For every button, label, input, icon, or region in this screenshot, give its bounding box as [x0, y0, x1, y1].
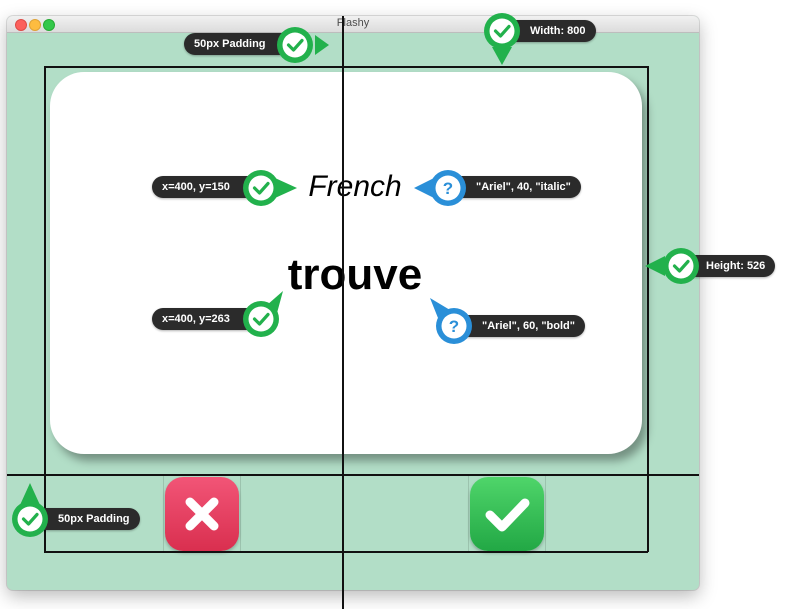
card-word: trouve — [287, 250, 423, 299]
screenshot-stage: Flashy French trouve 50px Padding Width:… — [0, 0, 791, 609]
grid-cell-divider — [545, 476, 546, 552]
grid-cell-divider — [468, 476, 469, 552]
right-button[interactable] — [470, 477, 544, 551]
guide-line-row-divider — [7, 474, 699, 476]
check-icon — [241, 291, 283, 339]
annotation-word-font: "Ariel", 60, "bold" — [456, 315, 585, 337]
guide-line-left — [44, 66, 46, 552]
svg-text:?: ? — [449, 317, 459, 336]
guide-line-bottom — [44, 551, 648, 553]
guide-line-right — [647, 66, 649, 552]
check-icon — [645, 246, 701, 286]
check-icon — [10, 483, 50, 539]
check-icon — [482, 13, 522, 65]
check-icon — [241, 168, 297, 208]
question-icon: ? — [430, 298, 474, 346]
guide-line-top — [44, 66, 648, 68]
question-icon: ? — [414, 168, 468, 208]
check-icon — [277, 25, 329, 65]
grid-cell-divider — [240, 476, 241, 552]
checkmark-icon — [485, 498, 530, 532]
grid-cell-divider — [163, 476, 164, 552]
annotation-title-font: "Ariel", 40, "italic" — [450, 176, 581, 198]
guide-line-center-vertical — [342, 16, 344, 609]
close-icon — [185, 497, 219, 531]
svg-text:?: ? — [443, 179, 453, 198]
wrong-button[interactable] — [165, 477, 239, 551]
